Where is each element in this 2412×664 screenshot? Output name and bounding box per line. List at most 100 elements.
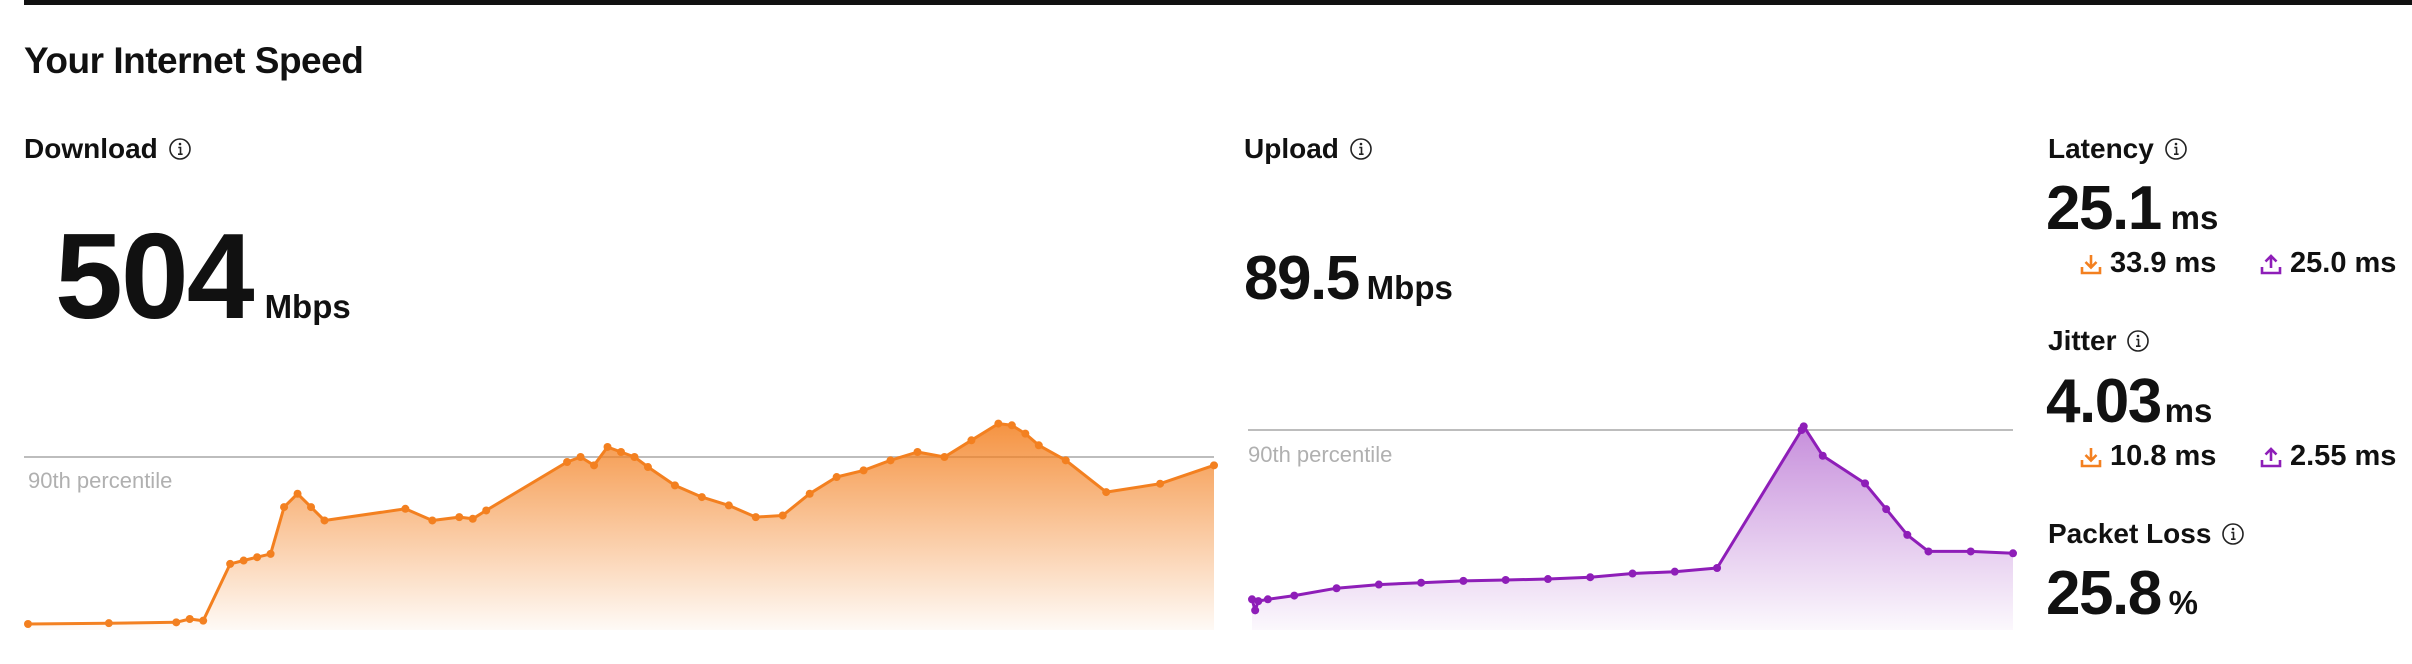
download-value: 504	[55, 208, 255, 344]
data-point	[1501, 575, 1510, 584]
data-point	[24, 620, 32, 628]
upload-arrow-icon	[2260, 253, 2282, 274]
packet-loss-display: 25.8 %	[2046, 563, 2198, 625]
data-point	[1210, 461, 1218, 470]
upload-chart: 90th percentile	[1248, 422, 2017, 630]
download-speed: 504 Mbps	[55, 215, 351, 337]
packet-loss-unit: %	[2168, 584, 2199, 621]
data-point	[1861, 479, 1870, 488]
data-point	[967, 436, 976, 445]
data-point	[1670, 567, 1679, 576]
jitter-upload: 2.55 ms	[2260, 440, 2396, 473]
jitter-label: Jitter	[2048, 325, 2117, 356]
data-point	[886, 456, 895, 465]
data-point	[185, 614, 194, 623]
data-point	[199, 616, 208, 625]
data-point	[1034, 441, 1043, 450]
data-point	[1290, 591, 1299, 600]
data-point	[1007, 421, 1016, 430]
upload-unit: Mbps	[1366, 269, 1453, 306]
jitter-download: 10.8 ms	[2080, 440, 2216, 473]
data-point	[226, 559, 235, 568]
data-point	[280, 503, 289, 512]
data-point	[1254, 597, 1263, 606]
data-point	[1799, 422, 1808, 431]
page-title: Your Internet Speed	[24, 40, 364, 81]
data-point	[307, 503, 316, 512]
info-icon[interactable]	[2126, 329, 2150, 353]
data-point	[253, 553, 262, 562]
latency-label: Latency	[2048, 133, 2154, 164]
upload-label-group: Upload	[1244, 133, 1373, 165]
download-arrow-icon	[2080, 447, 2102, 467]
percentile-label: 90th percentile	[28, 468, 172, 493]
download-label: Download	[24, 133, 158, 164]
data-point	[1818, 451, 1827, 460]
jitter-label-group: Jitter	[2048, 325, 2150, 357]
data-point	[1586, 573, 1595, 582]
data-point	[1924, 547, 1933, 556]
download-chart: 90th percentile	[24, 419, 1218, 630]
data-point	[1713, 564, 1722, 572]
data-point	[293, 489, 302, 498]
percentile-label: 90th percentile	[1248, 442, 1392, 467]
upload-label: Upload	[1244, 133, 1339, 164]
data-point	[859, 466, 868, 475]
data-point	[751, 513, 760, 522]
data-point	[1263, 595, 1272, 604]
latency-download-value: 33.9 ms	[2110, 247, 2217, 279]
data-point	[239, 556, 248, 565]
data-point	[1882, 505, 1891, 514]
jitter-upload-value: 2.55 ms	[2290, 440, 2397, 472]
packet-loss-label: Packet Loss	[2048, 518, 2212, 549]
data-point	[1543, 575, 1552, 584]
info-icon[interactable]	[2221, 522, 2245, 546]
data-point	[724, 501, 733, 510]
download-label-group: Download	[24, 133, 192, 165]
data-point	[104, 619, 113, 628]
data-point	[994, 419, 1003, 428]
latency-download: 33.9 ms	[2080, 247, 2216, 280]
jitter-download-value: 10.8 ms	[2110, 440, 2217, 472]
data-point	[832, 473, 841, 482]
latency-unit: ms	[2170, 199, 2219, 236]
data-point	[455, 513, 464, 522]
upload-value: 89.5	[1244, 244, 1360, 313]
data-point	[1374, 580, 1383, 589]
jitter-value: 4.03	[2046, 367, 2162, 436]
data-point	[1061, 456, 1070, 465]
packet-loss-label-group: Packet Loss	[2048, 518, 2245, 550]
top-rule	[24, 0, 2412, 5]
data-point	[805, 489, 814, 498]
jitter-display: 4.03 ms	[2046, 371, 2212, 433]
data-point	[590, 461, 599, 470]
data-point	[1628, 569, 1637, 578]
data-point	[643, 463, 652, 472]
data-point	[1251, 606, 1260, 615]
jitter-unit: ms	[2164, 392, 2213, 429]
data-point	[603, 442, 612, 451]
latency-label-group: Latency	[2048, 133, 2188, 165]
info-icon[interactable]	[168, 137, 192, 161]
upload-speed: 89.5 Mbps	[1244, 248, 1453, 310]
data-point	[428, 516, 437, 525]
download-unit: Mbps	[264, 288, 351, 325]
data-point	[1021, 429, 1030, 438]
latency-display: 25.1 ms	[2046, 178, 2218, 240]
info-icon[interactable]	[2164, 137, 2188, 161]
data-point	[2009, 549, 2017, 558]
data-point	[778, 511, 787, 520]
data-point	[320, 516, 329, 525]
data-point	[1966, 547, 1975, 556]
data-point	[482, 506, 491, 515]
data-point	[1903, 530, 1912, 539]
data-point	[172, 618, 181, 627]
info-icon[interactable]	[1349, 137, 1373, 161]
data-point	[940, 453, 949, 461]
data-point	[630, 453, 639, 461]
data-point	[401, 504, 410, 513]
latency-upload: 25.0 ms	[2260, 247, 2396, 280]
data-point	[697, 493, 706, 502]
data-point	[670, 481, 679, 490]
data-point	[563, 458, 572, 467]
